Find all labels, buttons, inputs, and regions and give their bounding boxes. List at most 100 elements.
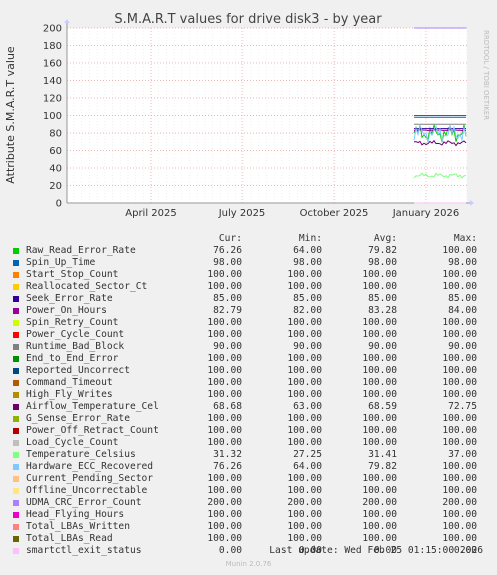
legend-row: Power_Off_Retract_Count 100.00 100.00 100.0… (0, 425, 497, 437)
x-axis-arrow (470, 200, 474, 206)
legend-value-cur: 98.00 (213, 257, 242, 268)
y-tick-label: 20 (49, 181, 62, 192)
legend-row: Total_LBAs_Read 100.00 100.00 100.00 100.00 (0, 533, 497, 545)
legend-swatch (13, 452, 19, 458)
legend-value-avg: 100.00 (362, 533, 397, 544)
legend-series-name: Seek_Error_Rate (26, 293, 113, 304)
y-axis-label: Attribute S.M.A.R.T value (4, 46, 17, 184)
y-tick-label: 120 (43, 94, 62, 105)
legend-value-max: 100.00 (442, 281, 477, 292)
legend-value-min: 64.00 (293, 245, 322, 256)
y-tick-label: 0 (56, 199, 62, 210)
legend-value-cur: 90.00 (213, 341, 242, 352)
legend-value-cur: 100.00 (207, 509, 242, 520)
legend-value-min: 100.00 (287, 473, 322, 484)
legend-swatch (13, 296, 19, 302)
legend-swatch (13, 284, 19, 290)
legend-value-cur: 200.00 (207, 497, 242, 508)
legend-row: G_Sense_Error_Rate 100.00 100.00 100.00 100.… (0, 413, 497, 425)
legend-value-min: 100.00 (287, 389, 322, 400)
legend-swatch (13, 524, 19, 530)
legend-series-name: Load_Cycle_Count (26, 437, 119, 448)
x-tick-label: April 2025 (125, 208, 176, 219)
legend-value-cur: 31.32 (213, 449, 242, 460)
legend-value-max: 100.00 (442, 365, 477, 376)
legend-value-cur: 85.00 (213, 293, 242, 304)
legend-row: Raw_Read_Error_Rate 76.26 64.00 79.82 100.00 (0, 245, 497, 257)
legend-header-cur: Cur: (218, 233, 242, 244)
legend-value-max: 100.00 (442, 317, 477, 328)
legend-row: High_Fly_Writes 100.00 100.00 100.00 100.00 (0, 389, 497, 401)
legend-value-cur: 100.00 (207, 413, 242, 424)
legend-value-min: 98.00 (293, 257, 322, 268)
legend-series-name: Airflow_Temperature_Cel (26, 401, 159, 412)
legend-value-min: 100.00 (287, 329, 322, 340)
legend-value-max: 85.00 (448, 293, 477, 304)
legend-series-name: G_Sense_Error_Rate (26, 413, 130, 424)
legend-series-name: Total_LBAs_Written (26, 521, 130, 532)
legend-swatch (13, 320, 19, 326)
legend-value-avg: 100.00 (362, 317, 397, 328)
legend-row: Spin_Up_Time 98.00 98.00 98.00 98.00 (0, 257, 497, 269)
legend-row: Load_Cycle_Count 100.00 100.00 100.00 100.00 (0, 437, 497, 449)
legend-swatch (13, 512, 19, 518)
legend-value-min: 100.00 (287, 485, 322, 496)
legend-value-min: 85.00 (293, 293, 322, 304)
legend-value-min: 100.00 (287, 365, 322, 376)
legend-series-name: Reported_Uncorrect (26, 365, 130, 376)
legend-value-max: 100.00 (442, 377, 477, 388)
legend-value-max: 100.00 (442, 389, 477, 400)
legend-row: Offline_Uncorrectable 100.00 100.00 100.00 1… (0, 485, 497, 497)
legend-value-cur: 100.00 (207, 425, 242, 436)
legend-swatch (13, 416, 19, 422)
y-tick-label: 100 (43, 111, 62, 122)
legend-value-avg: 98.00 (368, 257, 397, 268)
legend-value-max: 100.00 (442, 353, 477, 364)
legend-swatch (13, 344, 19, 350)
legend-value-cur: 76.26 (213, 245, 242, 256)
legend-series-name: End_to_End_Error (26, 353, 119, 364)
legend-value-avg: 200.00 (362, 497, 397, 508)
legend-value-cur: 68.68 (213, 401, 242, 412)
legend-row: Reported_Uncorrect 100.00 100.00 100.00 100.… (0, 365, 497, 377)
legend-row: Reallocated_Sector_Ct 100.00 100.00 100.00 1… (0, 281, 497, 293)
legend-row: Spin_Retry_Count 100.00 100.00 100.00 100.00 (0, 317, 497, 329)
legend-swatch (13, 536, 19, 542)
legend-row: UDMA_CRC_Error_Count 200.00 200.00 200.00 20… (0, 497, 497, 509)
legend-series-name: Runtime_Bad_Block (26, 341, 125, 352)
legend-value-avg: 100.00 (362, 281, 397, 292)
legend-value-max: 100.00 (442, 485, 477, 496)
legend-header: Cur: Min: Avg: Max: (0, 233, 497, 245)
y-tick-label: 160 (43, 59, 62, 70)
legend-value-cur: 100.00 (207, 473, 242, 484)
munin-version: Munin 2.0.76 (225, 560, 272, 568)
legend-value-cur: 100.00 (207, 521, 242, 532)
legend-value-max: 100.00 (442, 509, 477, 520)
legend-value-max: 100.00 (442, 533, 477, 544)
legend-swatch (13, 548, 19, 554)
legend-series-name: Temperature_Celsius (26, 449, 136, 460)
legend-swatch (13, 368, 19, 374)
legend-value-avg: 100.00 (362, 269, 397, 280)
y-tick-label: 200 (43, 24, 62, 35)
legend-value-max: 200.00 (442, 497, 477, 508)
legend-value-min: 27.25 (293, 449, 322, 460)
y-tick-label: 180 (43, 41, 62, 52)
legend-series-name: UDMA_CRC_Error_Count (26, 497, 142, 508)
legend-value-avg: 100.00 (362, 437, 397, 448)
legend-value-max: 98.00 (448, 257, 477, 268)
chart: S.M.A.R.T values for drive disk3 - by ye… (4, 12, 490, 219)
legend-value-cur: 100.00 (207, 317, 242, 328)
legend-swatch (13, 332, 19, 338)
legend-swatch (13, 404, 19, 410)
legend-value-min: 100.00 (287, 425, 322, 436)
legend-value-max: 100.00 (442, 461, 477, 472)
legend-value-max: 100.00 (442, 413, 477, 424)
legend-value-max: 100.00 (442, 437, 477, 448)
legend-swatch (13, 428, 19, 434)
legend-value-avg: 79.82 (368, 245, 397, 256)
legend-value-min: 100.00 (287, 509, 322, 520)
y-tick-label: 80 (49, 129, 62, 140)
legend-value-cur: 82.79 (213, 305, 242, 316)
legend-series-name: Command_Timeout (26, 377, 113, 388)
